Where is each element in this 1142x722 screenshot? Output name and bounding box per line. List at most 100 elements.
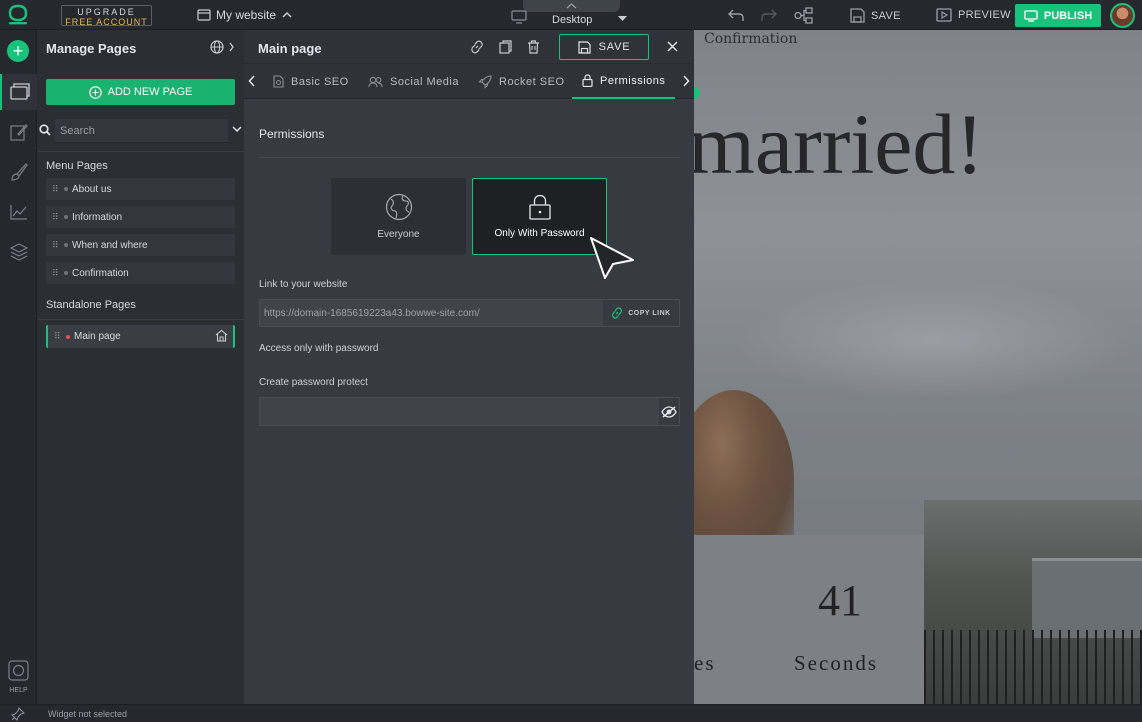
monitor-icon [511,10,527,24]
device-label: Desktop [552,14,593,26]
sitemap-icon[interactable] [794,7,814,24]
password-label: Create password protect [259,377,368,388]
link-label: Link to your website [259,279,348,290]
brush-icon [10,163,28,181]
page-settings-panel: Main page SAVE Basic SEO Social Media Ro… [244,30,694,704]
save-page-button[interactable]: SAVE [559,34,649,60]
website-selector[interactable]: My website [197,8,293,22]
link-icon[interactable] [470,40,484,54]
background-cloud [734,280,1134,400]
device-collapse-tab[interactable] [523,0,620,12]
device-selector[interactable]: Desktop [511,0,631,30]
divider [38,319,244,320]
trash-icon[interactable] [527,40,540,54]
globe-icon [385,193,412,221]
tab-permissions[interactable]: Permissions [572,64,676,99]
undo-icon[interactable] [727,8,745,22]
design-tool-button[interactable] [0,154,37,190]
tab-rocket-seo[interactable]: Rocket SEO [478,64,565,99]
top-save-button[interactable]: SAVE [850,8,901,23]
publish-label: PUBLISH [1043,9,1093,22]
status-bar: Widget not selected [0,704,1142,722]
option-label: Only With Password [494,228,585,239]
tab-label: Social Media [390,75,459,88]
website-link-field[interactable]: https://domain-1685619223a43.bowwe-site.… [259,299,680,327]
upgrade-label: UPGRADE [77,7,136,17]
tab-basic-seo[interactable]: Basic SEO [273,64,349,99]
document-icon [273,75,284,88]
site-nav-confirmation[interactable]: Confirmation [704,31,797,47]
upgrade-button[interactable]: UPGRADE FREE ACCOUNT [61,5,152,27]
tab-label: Rocket SEO [499,75,565,88]
page-item-when-and-where[interactable]: ⠿ When and where [46,234,235,256]
search-input[interactable] [55,119,228,143]
stats-tool-button[interactable] [0,194,37,230]
drag-handle-icon[interactable]: ⠿ [52,268,64,279]
page-status-dot [64,271,68,275]
page-status-dot [66,334,70,339]
drag-handle-icon[interactable]: ⠿ [54,331,66,342]
permissions-title: Permissions [259,127,325,141]
languages-button[interactable] [210,40,236,59]
globe-icon [210,40,234,54]
permission-option-everyone[interactable]: Everyone [331,178,466,255]
lock-icon [582,74,593,87]
tab-social-media[interactable]: Social Media [368,64,459,99]
pages-tool-button[interactable] [0,74,37,110]
chevron-left-icon[interactable] [248,75,256,87]
edit-tool-button[interactable] [0,114,37,150]
help-label: HELP [9,687,28,694]
add-new-page-button[interactable]: ADD NEW PAGE [46,79,235,105]
add-element-button[interactable]: + [7,40,29,62]
drag-handle-icon[interactable]: ⠿ [52,240,64,251]
chevron-right-icon[interactable] [682,75,690,87]
page-status-dot [64,243,68,247]
mouse-cursor-icon [590,237,634,279]
link-icon [612,307,623,319]
background-building [1032,558,1142,638]
free-account-label: FREE ACCOUNT [65,17,148,27]
page-item-information[interactable]: ⠿ Information [46,206,235,228]
permission-option-password[interactable]: Only With Password [472,178,607,255]
plus-circle-icon [88,85,102,99]
edit-icon [9,124,28,141]
page-item-label: When and where [72,239,148,251]
publish-button[interactable]: PUBLISH [1015,4,1101,27]
app-logo-icon[interactable] [6,3,30,27]
layers-tool-button[interactable] [0,234,37,270]
preview-button[interactable]: PREVIEW [936,8,1011,22]
page-settings-title: Main page [258,41,322,56]
publish-screen-icon [1024,9,1038,22]
user-avatar[interactable] [1110,3,1135,28]
standalone-pages-heading: Standalone Pages [46,299,136,311]
manage-pages-title: Manage Pages [46,41,137,56]
status-text: Widget not selected [48,709,128,719]
help-icon[interactable] [8,660,29,681]
countdown-widget[interactable]: es 41 Seconds [694,535,924,704]
page-status-dot [64,187,68,191]
rocket-icon [478,74,492,89]
password-field[interactable] [259,397,680,426]
redo-icon[interactable] [760,8,778,22]
page-item-main-page[interactable]: ⠿ Main page [46,325,235,348]
app-root: UPGRADE FREE ACCOUNT My website Desktop … [0,0,1142,722]
page-actions [470,40,540,54]
toggle-visibility-button[interactable] [659,398,679,425]
lock-icon [528,194,551,220]
website-canvas[interactable]: Confirmation married! es 41 Seconds [694,30,1142,704]
layers-icon [9,243,28,261]
tab-label: Basic SEO [291,75,349,88]
divider [259,157,680,158]
drag-handle-icon[interactable]: ⠿ [52,212,64,223]
copy-link-button[interactable]: COPY LINK [603,300,679,326]
site-headline[interactable]: married! [694,94,984,194]
duplicate-icon[interactable] [499,40,512,54]
page-item-about-us[interactable]: ⠿ About us [46,178,235,200]
window-icon [197,9,211,21]
floppy-icon [578,40,591,54]
chevron-down-icon[interactable] [232,125,242,133]
pin-icon[interactable] [11,707,25,721]
close-icon[interactable] [666,40,679,53]
page-item-confirmation[interactable]: ⠿ Confirmation [46,262,235,284]
drag-handle-icon[interactable]: ⠿ [52,184,64,195]
